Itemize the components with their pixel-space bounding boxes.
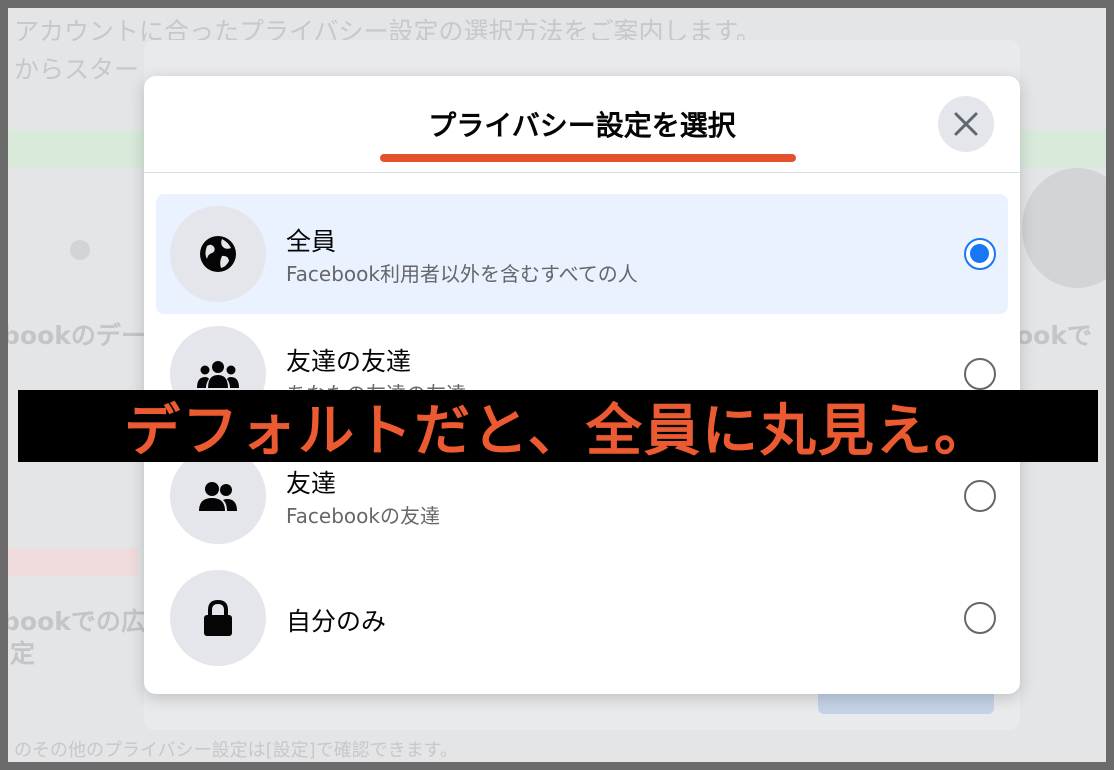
option-label: 自分のみ <box>286 607 387 636</box>
background-text-left-low2: 定 <box>10 639 36 668</box>
background-text-left-mid: bookのデー <box>8 321 146 350</box>
close-icon <box>954 112 978 136</box>
option-icon-container <box>170 570 266 666</box>
background-illustration <box>70 240 90 260</box>
radio-friends[interactable] <box>964 480 996 512</box>
annotation-banner: デフォルトだと、全員に丸見え。 <box>18 390 1098 464</box>
background-text-line2: からスター <box>14 55 140 84</box>
background-illustration <box>1022 168 1106 288</box>
option-label: 全員 <box>286 227 337 256</box>
option-description: Facebook利用者以外を含むすべての人 <box>286 262 638 286</box>
friends-icon <box>199 482 237 511</box>
annotation-banner-text: デフォルトだと、全員に丸見え。 <box>124 398 992 464</box>
background-text-bottom: のその他のプライバシー設定は[設定]で確認できます。 <box>14 740 458 761</box>
radio-everyone[interactable] <box>964 238 996 270</box>
close-button[interactable] <box>938 96 994 152</box>
header-divider <box>144 172 1020 173</box>
radio-only-me[interactable] <box>964 602 996 634</box>
option-description: Facebookの友達 <box>286 504 440 528</box>
background-text-right-mid: ookで <box>1016 321 1092 350</box>
background-band <box>8 548 138 576</box>
option-label: 友達 <box>286 469 337 498</box>
globe-icon <box>200 236 236 272</box>
option-everyone[interactable]: 全員 Facebook利用者以外を含むすべての人 <box>156 194 1008 314</box>
dialog-title: プライバシー設定を選択 <box>428 109 736 142</box>
option-label: 友達の友達 <box>286 347 412 376</box>
option-icon-container <box>170 206 266 302</box>
option-only-me[interactable]: 自分のみ <box>156 558 1008 678</box>
title-underline-annotation <box>380 154 796 162</box>
lock-icon <box>204 599 232 636</box>
